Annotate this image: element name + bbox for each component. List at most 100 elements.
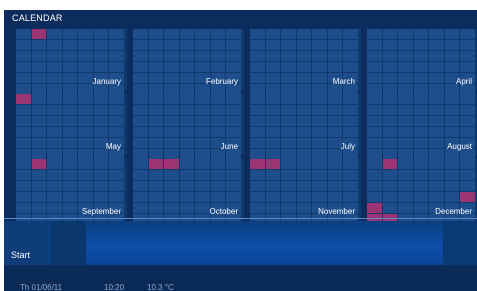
day-cell[interactable] (265, 73, 280, 83)
taskbar-slot[interactable] (50, 221, 86, 265)
day-cell[interactable] (210, 40, 225, 50)
day-cell[interactable] (413, 149, 428, 159)
day-cell[interactable] (429, 40, 444, 50)
day-cell[interactable] (460, 94, 475, 104)
day-cell[interactable] (343, 105, 358, 115)
day-cell[interactable] (327, 105, 342, 115)
day-cell[interactable] (296, 170, 311, 180)
day-cell[interactable] (250, 203, 265, 213)
day-cell[interactable] (367, 105, 382, 115)
day-cell[interactable] (164, 62, 179, 72)
day-cell[interactable] (93, 192, 108, 202)
month-may[interactable]: May (16, 94, 127, 159)
day-cell[interactable] (148, 203, 163, 213)
day-cell[interactable] (250, 84, 265, 94)
month-january[interactable]: January (16, 29, 127, 94)
day-cell[interactable] (179, 170, 194, 180)
day-cell[interactable] (47, 51, 62, 61)
day-cell[interactable] (179, 40, 194, 50)
day-cell[interactable] (148, 29, 163, 39)
day-cell[interactable] (398, 181, 413, 191)
day-cell[interactable] (195, 51, 210, 61)
day-cell[interactable] (210, 116, 225, 126)
day-cell[interactable] (296, 203, 311, 213)
day-cell[interactable] (265, 170, 280, 180)
day-cell[interactable] (226, 159, 241, 169)
day-cell[interactable] (250, 73, 265, 83)
day-cell[interactable] (62, 84, 77, 94)
day-cell[interactable] (281, 29, 296, 39)
day-cell[interactable] (179, 73, 194, 83)
day-cell[interactable] (78, 149, 93, 159)
day-cell[interactable] (133, 40, 148, 50)
day-cell[interactable] (327, 159, 342, 169)
day-cell[interactable] (343, 116, 358, 126)
day-cell[interactable] (327, 170, 342, 180)
day-cell[interactable] (47, 170, 62, 180)
day-cell[interactable] (179, 29, 194, 39)
day-cell[interactable] (226, 94, 241, 104)
day-cell[interactable] (210, 159, 225, 169)
day-cell[interactable] (382, 192, 397, 202)
day-cell[interactable] (460, 105, 475, 115)
day-cell[interactable] (265, 29, 280, 39)
day-cell[interactable] (47, 192, 62, 202)
day-cell[interactable] (367, 94, 382, 104)
day-cell[interactable] (413, 105, 428, 115)
day-cell[interactable] (367, 116, 382, 126)
day-cell[interactable] (265, 84, 280, 94)
day-cell[interactable] (296, 94, 311, 104)
day-cell[interactable] (16, 73, 31, 83)
day-cell[interactable] (312, 51, 327, 61)
day-cell[interactable] (164, 181, 179, 191)
day-cell[interactable] (296, 149, 311, 159)
day-cell[interactable] (195, 170, 210, 180)
day-cell-marked[interactable] (31, 159, 46, 169)
day-cell[interactable] (62, 181, 77, 191)
day-cell[interactable] (78, 138, 93, 148)
day-cell[interactable] (133, 116, 148, 126)
day-cell[interactable] (250, 40, 265, 50)
day-cell[interactable] (382, 149, 397, 159)
day-cell[interactable] (460, 62, 475, 72)
day-cell[interactable] (179, 84, 194, 94)
day-cell[interactable] (78, 192, 93, 202)
day-cell[interactable] (382, 170, 397, 180)
day-cell[interactable] (343, 94, 358, 104)
day-cell[interactable] (429, 29, 444, 39)
day-cell[interactable] (62, 170, 77, 180)
day-cell[interactable] (109, 170, 124, 180)
day-cell[interactable] (148, 116, 163, 126)
day-cell[interactable] (109, 181, 124, 191)
day-cell[interactable] (133, 181, 148, 191)
day-cell[interactable] (31, 84, 46, 94)
day-cell[interactable] (148, 51, 163, 61)
day-cell[interactable] (312, 94, 327, 104)
day-cell[interactable] (444, 192, 459, 202)
day-cell[interactable] (179, 51, 194, 61)
day-cell[interactable] (210, 105, 225, 115)
day-cell[interactable] (148, 138, 163, 148)
day-cell[interactable] (148, 62, 163, 72)
day-cell[interactable] (343, 29, 358, 39)
day-cell[interactable] (250, 127, 265, 137)
day-cell[interactable] (133, 127, 148, 137)
day-cell-marked[interactable] (148, 159, 163, 169)
day-cell[interactable] (62, 105, 77, 115)
day-cell[interactable] (78, 116, 93, 126)
day-cell[interactable] (312, 138, 327, 148)
day-cell[interactable] (179, 94, 194, 104)
day-cell[interactable] (265, 127, 280, 137)
day-cell[interactable] (226, 40, 241, 50)
day-cell[interactable] (47, 159, 62, 169)
day-cell[interactable] (312, 40, 327, 50)
day-cell[interactable] (327, 62, 342, 72)
day-cell-marked[interactable] (265, 159, 280, 169)
day-cell[interactable] (265, 203, 280, 213)
day-cell[interactable] (281, 149, 296, 159)
day-cell[interactable] (62, 159, 77, 169)
day-cell[interactable] (398, 159, 413, 169)
day-cell[interactable] (195, 181, 210, 191)
day-cell[interactable] (296, 181, 311, 191)
day-cell[interactable] (444, 181, 459, 191)
